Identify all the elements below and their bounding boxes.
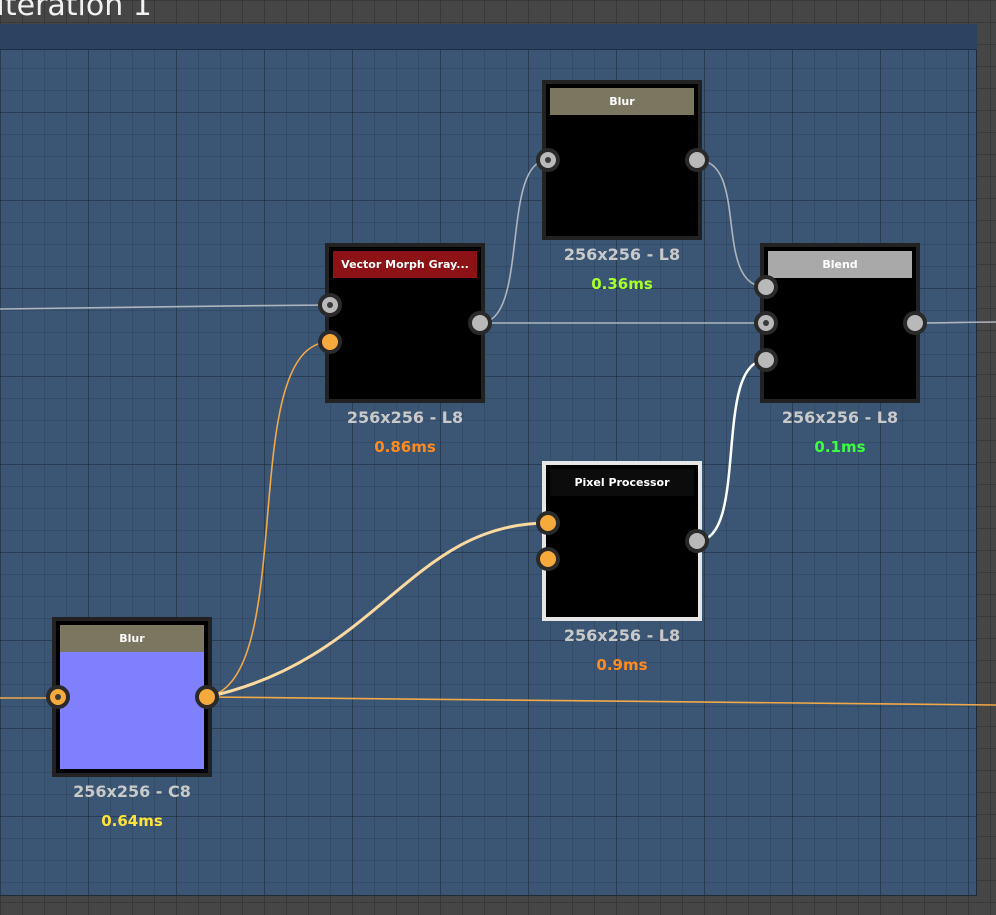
- node-title-blur-top: Blur: [550, 88, 694, 115]
- input-port-blur-bottom[interactable]: [46, 685, 70, 709]
- wire-blur-bottom-to-vector-morph[interactable]: [206, 341, 331, 698]
- input-port-blend-1[interactable]: [754, 275, 778, 299]
- output-port-vector-morph[interactable]: [468, 311, 492, 335]
- node-pixel-processor[interactable]: Pixel Processor: [542, 461, 702, 621]
- output-port-blur-bottom[interactable]: [195, 685, 219, 709]
- output-port-blend[interactable]: [903, 311, 927, 335]
- input-port-pixel-processor-2[interactable]: [536, 547, 560, 571]
- node-blur-top[interactable]: Blur: [542, 80, 702, 240]
- input-port-pixel-processor-1[interactable]: [536, 511, 560, 535]
- node-time-vector-morph: 0.86ms: [374, 438, 436, 456]
- input-port-blur-top[interactable]: [536, 148, 560, 172]
- output-port-blur-top[interactable]: [685, 148, 709, 172]
- node-time-blur-top: 0.36ms: [591, 275, 653, 293]
- node-preview-pixel-processor: [550, 496, 694, 613]
- input-port-vector-morph-1[interactable]: [318, 293, 342, 317]
- node-time-blend: 0.1ms: [814, 438, 866, 456]
- node-vector-morph-grayscale[interactable]: Vector Morph Gray...: [325, 243, 485, 403]
- input-port-blend-3[interactable]: [754, 348, 778, 372]
- input-port-vector-morph-2[interactable]: [318, 330, 342, 354]
- output-port-pixel-processor[interactable]: [685, 529, 709, 553]
- node-preview-blur-bottom: [60, 652, 204, 769]
- node-preview-blend: [768, 278, 912, 395]
- wire-blur-to-blend[interactable]: [696, 159, 767, 288]
- node-preview-vector-morph: [333, 278, 477, 395]
- node-title-blend: Blend: [768, 251, 912, 278]
- node-title-pixel-processor: Pixel Processor: [550, 469, 694, 496]
- connection-wires: [0, 159, 996, 706]
- input-port-blend-2[interactable]: [754, 311, 778, 335]
- wire-vector-morph-to-blur[interactable]: [479, 159, 549, 324]
- node-size-blur-top: 256x256 - L8: [563, 245, 681, 264]
- node-size-blend: 256x256 - L8: [781, 408, 899, 427]
- node-time-blur-bottom: 0.64ms: [101, 812, 163, 830]
- node-size-pixel-processor: 256x256 - L8: [563, 626, 681, 645]
- node-blend[interactable]: Blend: [760, 243, 920, 403]
- wire-blur-bottom-to-pixel-processor[interactable]: [206, 521, 549, 699]
- node-preview-blur-top: [550, 115, 694, 232]
- wire-blend-out[interactable]: [915, 321, 996, 324]
- node-title-blur-bottom: Blur: [60, 625, 204, 652]
- node-time-pixel-processor: 0.9ms: [596, 656, 648, 674]
- node-blur-bottom[interactable]: Blur: [52, 617, 212, 777]
- node-title-vector-morph: Vector Morph Gray...: [333, 251, 477, 278]
- node-size-blur-bottom: 256x256 - C8: [73, 782, 191, 801]
- wire-blur-bottom-out[interactable]: [206, 696, 996, 706]
- wire-in-to-vector-morph[interactable]: [0, 304, 331, 310]
- node-size-vector-morph: 256x256 - L8: [346, 408, 464, 427]
